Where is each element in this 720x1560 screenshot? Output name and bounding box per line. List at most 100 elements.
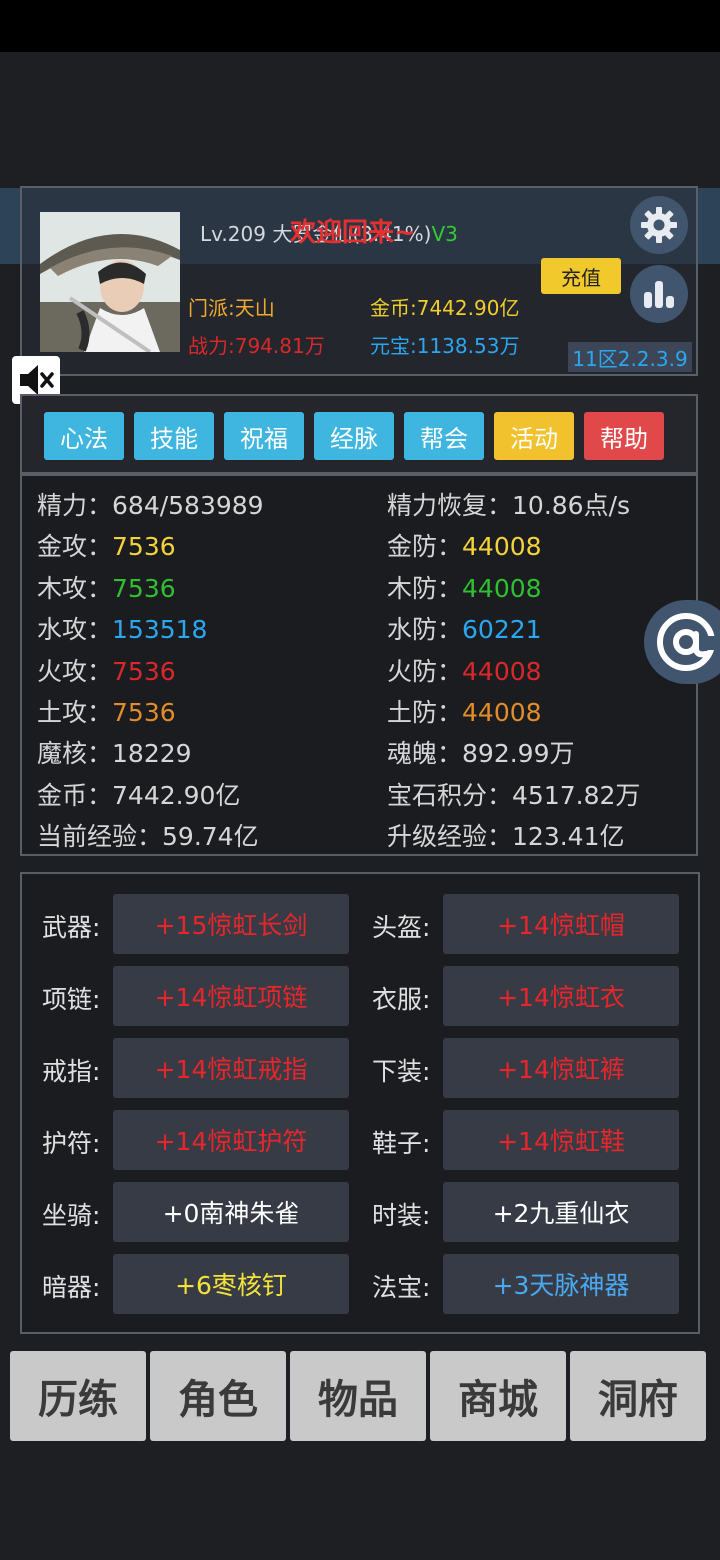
menu-button[interactable]: 心法 bbox=[44, 412, 124, 460]
equipment-item-button[interactable]: +14惊虹项链 bbox=[113, 966, 349, 1026]
equipment-slot-label: 法宝: bbox=[372, 1273, 431, 1302]
ingot-text: 元宝:1138.53万 bbox=[370, 334, 520, 358]
attribute-value: 44008 bbox=[462, 573, 542, 603]
settings-button[interactable] bbox=[630, 196, 688, 254]
attribute-value: 10.86点/s bbox=[512, 491, 631, 520]
equipment-item-button[interactable]: +6枣核钉 bbox=[113, 1254, 349, 1314]
attribute-left: 火攻：7536 bbox=[37, 652, 176, 688]
attribute-label: 精力恢复： bbox=[387, 491, 513, 520]
recharge-button[interactable]: 充值 bbox=[541, 258, 621, 294]
mention-button[interactable] bbox=[644, 600, 720, 684]
attribute-value: 44008 bbox=[462, 698, 542, 727]
attribute-value: 18229 bbox=[112, 739, 192, 769]
equipment-item-button[interactable]: +3天脉神器 bbox=[443, 1254, 679, 1314]
menu-button[interactable]: 祝福 bbox=[224, 412, 304, 460]
equipment-slot-label: 衣服: bbox=[372, 985, 431, 1014]
attribute-left: 水攻：153518 bbox=[37, 610, 207, 646]
menu-button[interactable]: 活动 bbox=[494, 412, 574, 460]
equipment-item-button[interactable]: +14惊虹帽 bbox=[443, 894, 679, 954]
nav-tab[interactable]: 商城 bbox=[430, 1351, 566, 1441]
equipment-slot-label: 坐骑: bbox=[42, 1201, 101, 1230]
attribute-right: 升级经验：123.41亿 bbox=[387, 817, 625, 853]
attribute-left: 精力：684/583989 bbox=[37, 486, 264, 522]
attribute-label: 精力： bbox=[37, 491, 113, 520]
equipment-item-button[interactable]: +14惊虹鞋 bbox=[443, 1110, 679, 1170]
equipment-item-button[interactable]: +2九重仙衣 bbox=[443, 1182, 679, 1242]
attribute-value: 7442.90亿 bbox=[112, 780, 241, 810]
attribute-left: 魔核：18229 bbox=[37, 734, 192, 770]
attribute-label: 土攻： bbox=[37, 698, 113, 727]
attribute-row: 水攻：153518 水防：60221 bbox=[37, 610, 697, 650]
equipment-slot-label: 头盔: bbox=[372, 913, 431, 942]
attribute-label: 当前经验： bbox=[37, 822, 163, 852]
equipment-slot-label: 戒指: bbox=[42, 1057, 101, 1086]
attribute-value: 7536 bbox=[112, 532, 176, 562]
attribute-label: 土防： bbox=[387, 698, 463, 727]
attribute-left: 当前经验：59.74亿 bbox=[37, 817, 259, 853]
attribute-value: 44008 bbox=[462, 532, 542, 562]
attribute-row: 精力：684/583989 精力恢复：10.86点/s bbox=[37, 486, 697, 526]
equipment-slot-label: 鞋子: bbox=[372, 1129, 431, 1158]
sect-text: 门派:天山 bbox=[188, 296, 275, 320]
vip-badge: V3 bbox=[431, 222, 458, 246]
equipment-item-button[interactable]: +14惊虹衣 bbox=[443, 966, 679, 1026]
status-bar bbox=[0, 0, 720, 52]
nav-tab[interactable]: 洞府 bbox=[570, 1351, 706, 1441]
attribute-left: 金攻：7536 bbox=[37, 527, 176, 563]
equipment-item-button[interactable]: +15惊虹长剑 bbox=[113, 894, 349, 954]
attribute-value: 892.99万 bbox=[462, 739, 575, 769]
attribute-row: 土攻：7536 土防：44008 bbox=[37, 693, 697, 733]
nav-tab[interactable]: 历练 bbox=[10, 1351, 146, 1441]
attribute-right: 土防：44008 bbox=[387, 693, 542, 729]
equipment-item-button[interactable]: +14惊虹护符 bbox=[113, 1110, 349, 1170]
attribute-right: 金防：44008 bbox=[387, 527, 542, 563]
attribute-label: 宝石积分： bbox=[387, 780, 513, 810]
server-label[interactable]: 11区2.2.3.9 bbox=[568, 342, 692, 372]
equipment-item-button[interactable]: +14惊虹裤 bbox=[443, 1038, 679, 1098]
menu-button[interactable]: 帮会 bbox=[404, 412, 484, 460]
attribute-row: 金币：7442.90亿 宝石积分：4517.82万 bbox=[37, 776, 697, 816]
attribute-label: 魔核： bbox=[37, 739, 113, 769]
equipment-slot-label: 项链: bbox=[42, 985, 101, 1014]
attribute-value: 684/583989 bbox=[112, 491, 264, 520]
attribute-right: 精力恢复：10.86点/s bbox=[387, 486, 630, 522]
equipment-item-button[interactable]: +14惊虹戒指 bbox=[113, 1038, 349, 1098]
equipment-slot-label: 暗器: bbox=[42, 1273, 101, 1302]
menu-button[interactable]: 技能 bbox=[134, 412, 214, 460]
attribute-right: 水防：60221 bbox=[387, 610, 542, 646]
equipment-item-button[interactable]: +0南神朱雀 bbox=[113, 1182, 349, 1242]
attribute-label: 木防： bbox=[387, 573, 463, 603]
attribute-row: 金攻：7536 金防：44008 bbox=[37, 527, 697, 567]
attribute-left: 木攻：7536 bbox=[37, 569, 176, 605]
attribute-right: 魂魄：892.99万 bbox=[387, 734, 575, 770]
at-sign-icon bbox=[657, 613, 718, 671]
attribute-left: 土攻：7536 bbox=[37, 693, 176, 729]
attribute-label: 升级经验： bbox=[387, 822, 513, 852]
attribute-value: 123.41亿 bbox=[512, 822, 625, 852]
attribute-row: 当前经验：59.74亿 升级经验：123.41亿 bbox=[37, 817, 697, 857]
nav-tab[interactable]: 物品 bbox=[290, 1351, 426, 1441]
attribute-right: 宝石积分：4517.82万 bbox=[387, 776, 640, 812]
equipment-slot-label: 时装: bbox=[372, 1201, 431, 1230]
attribute-row: 火攻：7536 火防：44008 bbox=[37, 652, 697, 692]
equipment-slot-label: 下装: bbox=[372, 1057, 431, 1086]
nav-tab[interactable]: 角色 bbox=[150, 1351, 286, 1441]
ranking-button[interactable] bbox=[630, 265, 688, 323]
equipment-slot-label: 护符: bbox=[42, 1129, 101, 1158]
attribute-value: 4517.82万 bbox=[512, 780, 641, 810]
attribute-row: 木攻：7536 木防：44008 bbox=[37, 569, 697, 609]
welcome-toast: 欢迎回来~ bbox=[290, 218, 416, 248]
attribute-label: 魂魄： bbox=[387, 739, 463, 769]
attribute-right: 火防：44008 bbox=[387, 652, 542, 688]
bar-chart-icon bbox=[644, 281, 674, 308]
menu-button[interactable]: 帮助 bbox=[584, 412, 664, 460]
menu-button[interactable]: 经脉 bbox=[314, 412, 394, 460]
attribute-left: 金币：7442.90亿 bbox=[37, 776, 240, 812]
attribute-value: 44008 bbox=[462, 656, 542, 686]
attribute-value: 7536 bbox=[112, 573, 176, 603]
attribute-value: 7536 bbox=[112, 698, 176, 727]
attribute-right: 木防：44008 bbox=[387, 569, 542, 605]
attribute-label: 水攻： bbox=[37, 615, 113, 645]
attribute-value: 153518 bbox=[112, 615, 208, 645]
character-avatar[interactable] bbox=[40, 212, 180, 352]
